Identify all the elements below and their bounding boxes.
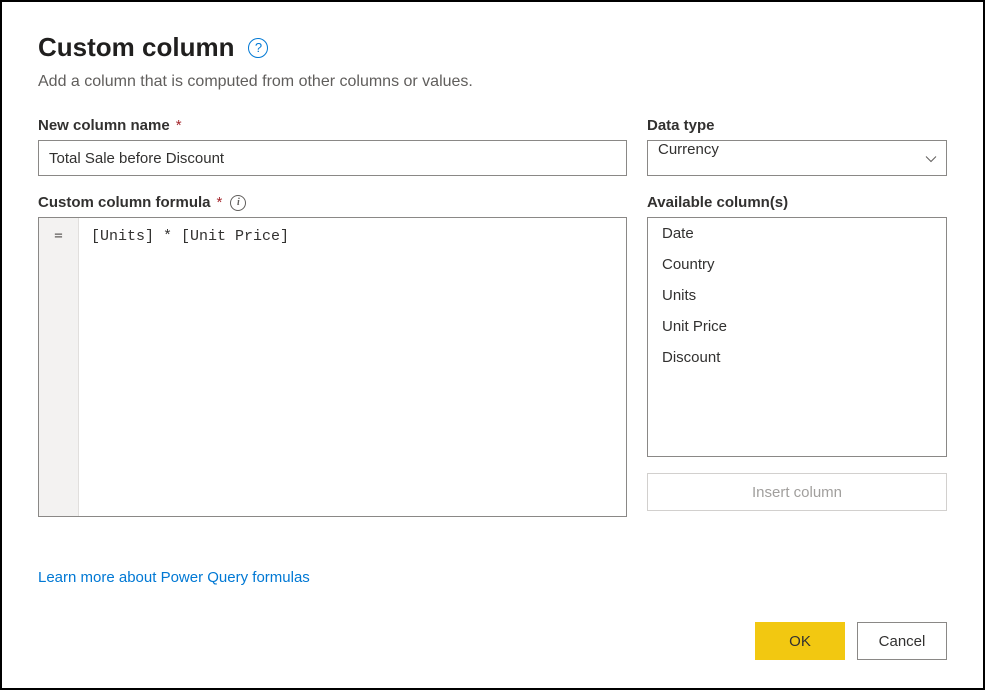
dialog-header: Custom column ? [38, 32, 947, 63]
new-column-name-input[interactable] [38, 140, 627, 176]
data-type-select[interactable]: Currency [647, 140, 947, 176]
required-mark: * [176, 117, 182, 134]
formula-editor[interactable]: = [Units] * [Unit Price] [38, 217, 627, 517]
list-item[interactable]: Date [648, 218, 946, 249]
required-mark: * [217, 194, 223, 211]
new-column-name-label-text: New column name [38, 117, 170, 134]
list-item[interactable]: Discount [648, 342, 946, 373]
custom-column-dialog: Custom column ? Add a column that is com… [0, 0, 985, 690]
dialog-title: Custom column [38, 32, 234, 63]
new-column-name-label: New column name * [38, 117, 627, 134]
data-type-label: Data type [647, 117, 947, 134]
available-columns-label: Available column(s) [647, 194, 947, 211]
formula-label-text: Custom column formula [38, 194, 211, 211]
dialog-footer: OK Cancel [38, 622, 947, 660]
cancel-button[interactable]: Cancel [857, 622, 947, 660]
available-columns-list[interactable]: Date Country Units Unit Price Discount [647, 217, 947, 457]
insert-column-button[interactable]: Insert column [647, 473, 947, 511]
learn-more-link[interactable]: Learn more about Power Query formulas [38, 569, 627, 586]
formula-gutter: = [39, 218, 79, 516]
formula-label: Custom column formula * i [38, 194, 627, 211]
ok-button[interactable]: OK [755, 622, 845, 660]
help-icon[interactable]: ? [248, 38, 268, 58]
list-item[interactable]: Country [648, 249, 946, 280]
list-item[interactable]: Units [648, 280, 946, 311]
dialog-subtitle: Add a column that is computed from other… [38, 73, 947, 91]
list-item[interactable]: Unit Price [648, 311, 946, 342]
formula-content[interactable]: [Units] * [Unit Price] [79, 218, 626, 516]
info-icon[interactable]: i [230, 195, 246, 211]
